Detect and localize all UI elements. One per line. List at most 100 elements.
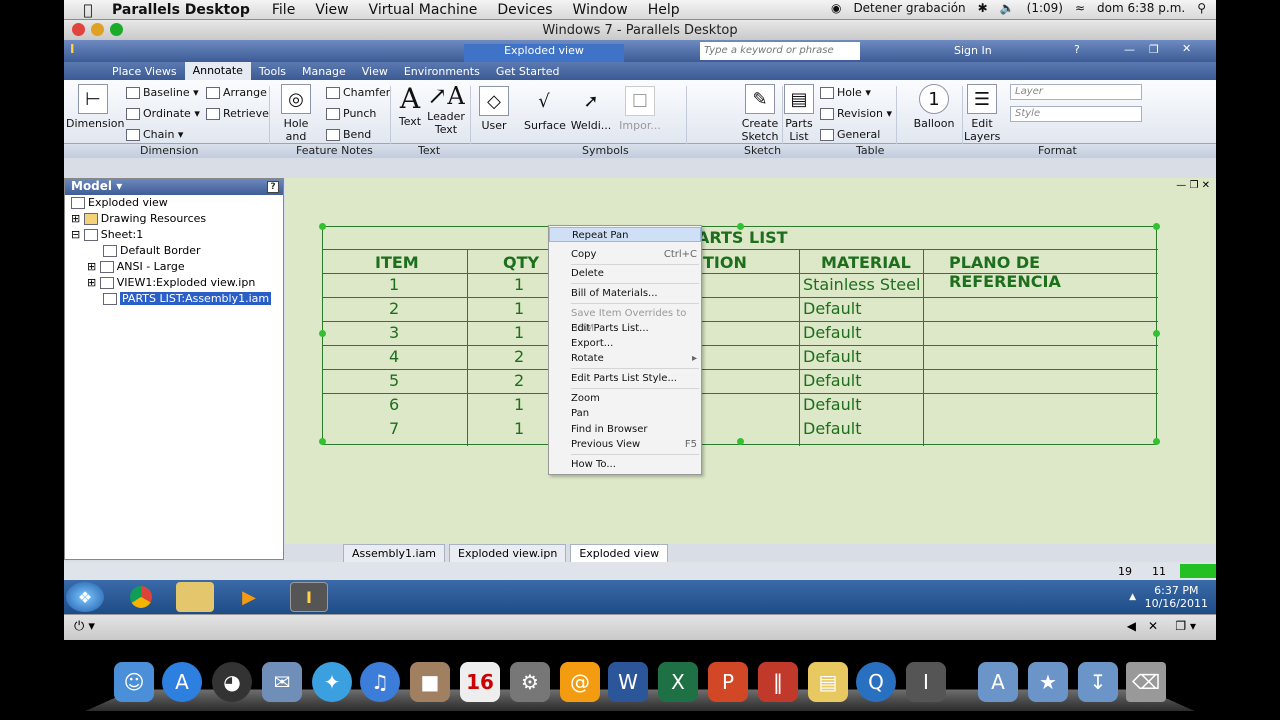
menu-previous-view[interactable]: Previous View F5 <box>549 437 701 452</box>
tab-place-views[interactable]: Place Views <box>104 65 185 78</box>
calendar-dock-icon[interactable]: 16 <box>460 662 500 702</box>
battery-label[interactable]: (1:09) <box>1027 1 1063 15</box>
style-dropdown[interactable]: Style <box>1010 106 1142 122</box>
downloads-folder-dock-icon[interactable]: ↧ <box>1078 662 1118 702</box>
coherence-icon[interactable]: ✕ <box>1148 619 1158 633</box>
applications-folder-dock-icon[interactable]: A <box>978 662 1018 702</box>
taskbar-clock[interactable]: 6:37 PM 10/16/2011 <box>1145 584 1208 610</box>
wifi-icon[interactable]: ≈ <box>1075 1 1085 15</box>
inventor-dock-icon[interactable]: I <box>906 662 946 702</box>
help-search-input[interactable]: Type a keyword or phrase <box>700 42 860 60</box>
trash-dock-icon[interactable]: ⌫ <box>1126 662 1166 702</box>
spotlight-icon[interactable]: ⚲ <box>1197 1 1206 15</box>
canvas-window-controls[interactable]: — ❐ ✕ <box>1176 180 1210 191</box>
menu-edit-style[interactable]: Edit Parts List Style... <box>549 371 701 386</box>
inventor-logo-icon[interactable]: I <box>70 42 74 56</box>
menu-delete[interactable]: Delete <box>549 266 701 281</box>
leader-text-button[interactable]: ↗A Leader Text <box>426 82 466 136</box>
finder-dock-icon[interactable]: ☺ <box>114 662 154 702</box>
contacts-dock-icon[interactable]: @ <box>560 662 600 702</box>
panel-symbols[interactable]: Symbols <box>582 144 629 157</box>
tray-arrow-icon[interactable]: ▲ <box>1129 592 1136 602</box>
create-sketch-button[interactable]: ✎ Create Sketch <box>740 84 780 143</box>
photo-dock-icon[interactable]: ■ <box>410 662 450 702</box>
tree-root[interactable]: Exploded view <box>65 195 283 211</box>
drawing-canvas[interactable]: ARTS LIST ITEM QTY TION MATERIAL PLANO D… <box>285 178 1216 550</box>
tree-parts-list[interactable]: PARTS LIST:Assembly1.iam <box>65 291 283 307</box>
menu-help[interactable]: Help <box>648 2 680 18</box>
inventor-taskbar-icon[interactable]: I <box>290 582 328 612</box>
minimize-window-button[interactable] <box>91 23 104 36</box>
browser-header[interactable]: Model ▾? <box>65 179 283 195</box>
bluetooth-icon[interactable]: ✱ <box>978 1 988 15</box>
revision-table-button[interactable]: Revision ▾ <box>820 103 892 124</box>
quicktime-dock-icon[interactable]: Q <box>856 662 896 702</box>
user-symbol-button[interactable]: ◇ User <box>476 86 512 132</box>
close-icon[interactable]: ✕ <box>1182 42 1191 55</box>
layer-dropdown[interactable]: Layer <box>1010 84 1142 100</box>
tab-environments[interactable]: Environments <box>396 65 488 78</box>
tree-title-block[interactable]: ⊞ ANSI - Large <box>65 259 283 275</box>
tree-view1[interactable]: ⊞ VIEW1:Exploded view.ipn <box>65 275 283 291</box>
menu-devices[interactable]: Devices <box>497 2 552 18</box>
app-store-dock-icon[interactable]: A <box>162 662 202 702</box>
back-icon[interactable]: ◀ <box>1127 619 1136 633</box>
chrome-taskbar-icon[interactable] <box>122 582 160 612</box>
zoom-window-button[interactable] <box>110 23 123 36</box>
retrieve-button[interactable]: Retrieve <box>206 103 269 124</box>
menu-window[interactable]: Window <box>573 2 628 18</box>
text-button[interactable]: A Text <box>394 82 426 128</box>
help-icon[interactable]: ? <box>1074 43 1080 56</box>
menu-copy[interactable]: Copy Ctrl+C <box>549 247 701 262</box>
tree-drawing-resources[interactable]: ⊞ Drawing Resources <box>65 211 283 227</box>
menu-view[interactable]: View <box>315 2 348 18</box>
parts-list-table[interactable]: ITEM QTY TION MATERIAL PLANO DE REFERENC… <box>322 226 1158 446</box>
doc-tab-ipn[interactable]: Exploded view.ipn <box>449 543 567 563</box>
app-menu[interactable]: Parallels Desktop <box>112 2 250 18</box>
parallels-dock-icon[interactable]: ‖ <box>758 662 798 702</box>
restore-icon[interactable]: ❐ <box>1149 43 1159 56</box>
menu-find-in-browser[interactable]: Find in Browser <box>549 422 701 437</box>
menu-file[interactable]: File <box>272 2 295 18</box>
explorer-taskbar-icon[interactable] <box>176 582 214 612</box>
help-icon[interactable]: ? <box>267 181 279 193</box>
edit-layers-button[interactable]: ☰ Edit Layers <box>964 84 1000 143</box>
panel-dimension[interactable]: Dimension <box>140 144 198 157</box>
view-mode-icon[interactable]: ❐ ▾ <box>1175 619 1196 633</box>
folder-dock-icon[interactable]: ▤ <box>808 662 848 702</box>
tab-view[interactable]: View <box>354 65 396 78</box>
documents-folder-dock-icon[interactable]: ★ <box>1028 662 1068 702</box>
tab-get-started[interactable]: Get Started <box>488 65 568 78</box>
minimize-icon[interactable]: — <box>1124 43 1135 56</box>
system-preferences-dock-icon[interactable]: ⚙ <box>510 662 550 702</box>
close-window-button[interactable] <box>72 23 85 36</box>
menu-pan[interactable]: Pan <box>549 406 701 421</box>
powerpoint-dock-icon[interactable]: P <box>708 662 748 702</box>
start-button[interactable]: ❖ <box>66 582 104 612</box>
dashboard-dock-icon[interactable]: ◕ <box>212 662 252 702</box>
media-player-taskbar-icon[interactable]: ▶ <box>230 582 268 612</box>
bend-button[interactable]: Bend <box>326 124 390 145</box>
recording-label[interactable]: Detener grabación <box>853 1 965 15</box>
chain-button[interactable]: Chain ▾ <box>126 124 200 145</box>
arrange-button[interactable]: Arrange <box>206 82 269 103</box>
doc-tab-assembly[interactable]: Assembly1.iam <box>343 543 446 563</box>
sign-in-button[interactable]: Sign In <box>954 44 992 57</box>
itunes-dock-icon[interactable]: ♫ <box>360 662 400 702</box>
mac-clock[interactable]: dom 6:38 p.m. <box>1097 1 1185 15</box>
doc-tab-exploded-view[interactable]: Exploded view <box>570 543 669 563</box>
menu-zoom[interactable]: Zoom <box>549 391 701 406</box>
parts-list-button[interactable]: ▤ Parts List <box>784 84 814 143</box>
mail-dock-icon[interactable]: ✉ <box>262 662 302 702</box>
tree-default-border[interactable]: Default Border <box>65 243 283 259</box>
panel-sketch[interactable]: Sketch <box>744 144 781 157</box>
surface-button[interactable]: √ Surface <box>524 86 566 133</box>
menu-how-to[interactable]: How To... <box>549 457 701 472</box>
panel-format[interactable]: Format <box>1038 144 1077 157</box>
ordinate-button[interactable]: Ordinate ▾ <box>126 103 200 124</box>
punch-button[interactable]: Punch <box>326 103 390 124</box>
tree-sheet[interactable]: ⊟ Sheet:1 <box>65 227 283 243</box>
menu-repeat-pan[interactable]: Repeat Pan <box>549 227 701 242</box>
menu-bill-of-materials[interactable]: Bill of Materials... <box>549 286 701 301</box>
dimension-button[interactable]: ⊢ Dimension <box>66 84 124 130</box>
